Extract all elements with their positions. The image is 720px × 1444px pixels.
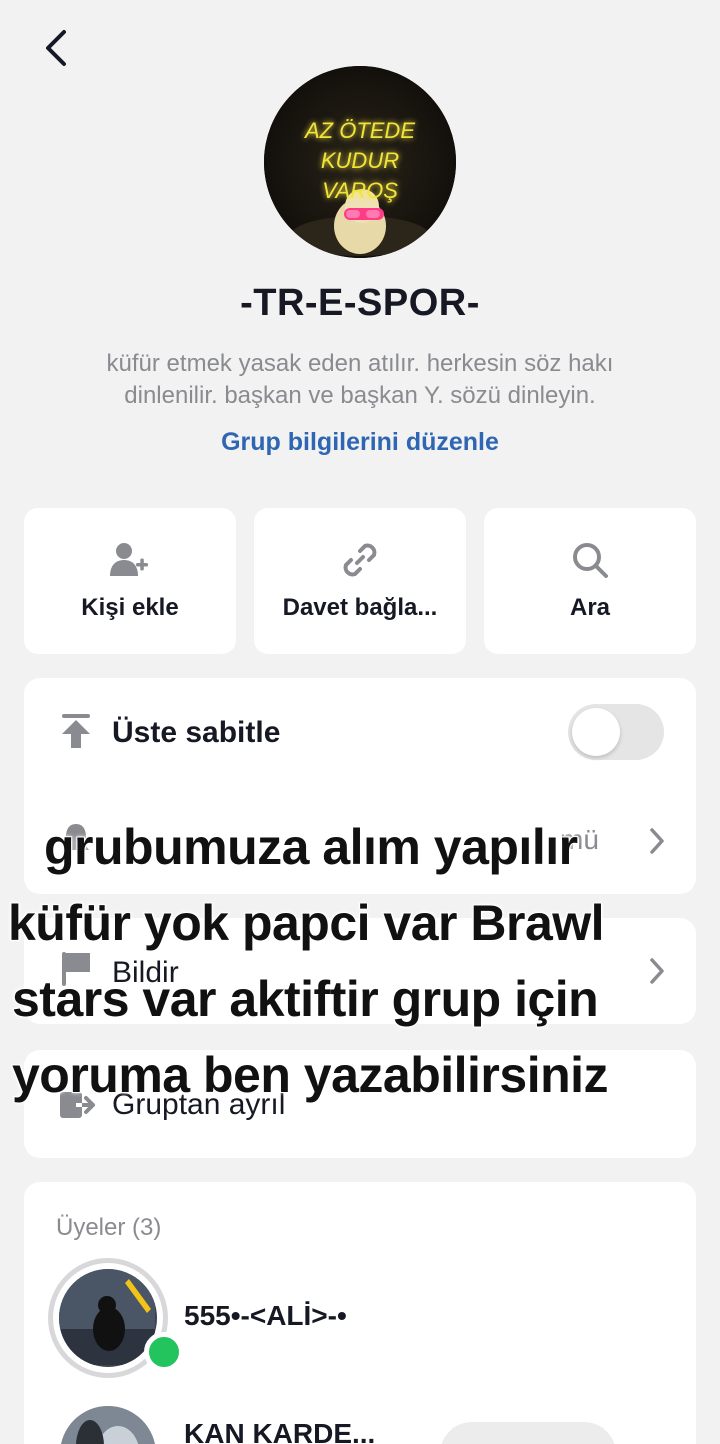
caption-line-2: küfür yok papci var Brawl	[7, 894, 606, 952]
pin-toggle[interactable]	[568, 704, 664, 760]
pin-row[interactable]: Üste sabitle	[24, 678, 696, 786]
back-button[interactable]	[34, 26, 78, 70]
avatar-text-line1: AZ ÖTEDE KUDUR	[304, 118, 415, 173]
members-panel: Üyeler (3) 555•-<ALİ>-• KAN KARDE...	[24, 1182, 696, 1444]
member-avatar	[60, 1406, 156, 1444]
add-person-icon	[110, 543, 148, 576]
group-avatar-caption: AZ ÖTEDE KUDUR VAROŞ	[264, 116, 456, 206]
edit-group-info-link[interactable]: Grup bilgilerini düzenle	[0, 428, 720, 457]
member-item[interactable]: KAN KARDE...	[48, 1402, 668, 1444]
member-action-button[interactable]	[440, 1422, 616, 1444]
member-item[interactable]: 555•-<ALİ>-•	[48, 1258, 668, 1378]
caption-line-1: grubumuza alım yapılır	[43, 818, 579, 876]
pin-to-top-icon	[62, 714, 90, 748]
caption-line-4: yoruma ben yazabilirsiniz	[11, 1046, 610, 1104]
member-name: KAN KARDE...	[184, 1418, 376, 1444]
search-icon	[573, 543, 608, 578]
chevron-right-icon	[650, 828, 664, 854]
invite-link-button[interactable]: Davet bağla...	[254, 508, 466, 654]
group-description: küfür etmek yasak eden atılır. herkesin …	[106, 350, 614, 409]
add-person-button[interactable]: Kişi ekle	[24, 508, 236, 654]
pin-toggle-knob	[572, 708, 620, 756]
members-title: Üyeler (3)	[56, 1214, 162, 1241]
chevron-right-icon	[650, 958, 664, 984]
member-name: 555•-<ALİ>-•	[184, 1300, 347, 1331]
add-person-label: Kişi ekle	[81, 594, 179, 621]
invite-link-label: Davet bağla...	[282, 594, 438, 621]
search-label: Ara	[569, 594, 611, 621]
avatar-text-line2: VAROŞ	[322, 178, 398, 203]
search-button[interactable]: Ara	[484, 508, 696, 654]
pin-label: Üste sabitle	[112, 716, 281, 749]
online-status-dot	[144, 1332, 184, 1372]
caption-line-3: stars var aktiftir grup için	[11, 970, 600, 1028]
chevron-left-icon	[46, 30, 66, 66]
group-name: -TR-E-SPOR-	[240, 282, 480, 324]
member-avatar	[59, 1269, 157, 1367]
group-avatar[interactable]: AZ ÖTEDE KUDUR VAROŞ	[264, 66, 456, 258]
link-icon	[343, 543, 377, 577]
